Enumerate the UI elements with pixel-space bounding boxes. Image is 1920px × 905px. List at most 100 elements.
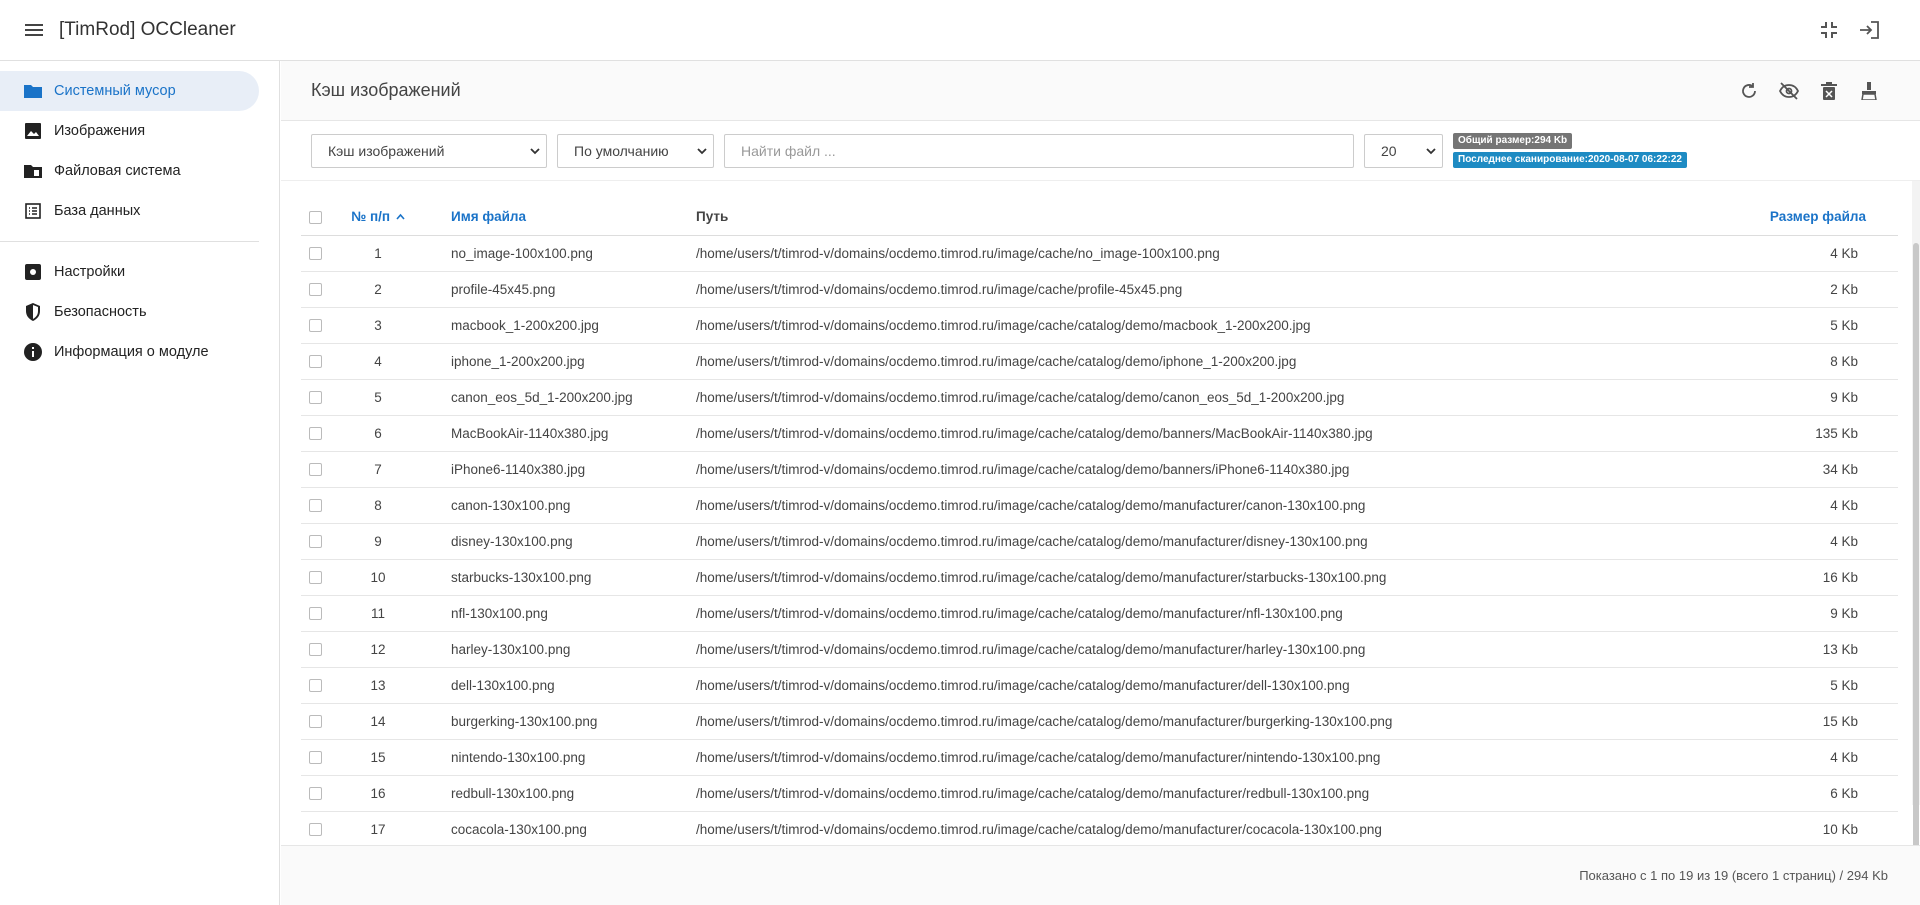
row-select-cell <box>301 739 333 776</box>
table-row[interactable]: 1 no_image-100x100.png/home/users/t/timro… <box>301 235 1898 272</box>
row-number: 7 <box>333 451 423 488</box>
row-path: /home/users/t/timrod-v/domains/ocdemo.ti… <box>696 307 1748 344</box>
per-page-select[interactable]: 20 <box>1364 133 1443 168</box>
table-row[interactable]: 6 MacBookAir-1140x380.jpg/home/users/t/ti… <box>301 415 1898 452</box>
table-row[interactable]: 4 iphone_1-200x200.jpg/home/users/t/timro… <box>301 343 1898 380</box>
table-scrollbar[interactable] <box>1912 181 1920 868</box>
sidebar-item-module-info[interactable]: Информация о модуле <box>0 332 259 372</box>
col-size-header[interactable]: Размер файла <box>1748 198 1898 236</box>
sidebar-item-system-junk[interactable]: Системный мусор <box>0 71 259 111</box>
row-checkbox[interactable] <box>309 319 322 333</box>
row-filename: no_image-100x100.png <box>423 235 696 272</box>
row-path: /home/users/t/timrod-v/domains/ocdemo.ti… <box>696 523 1748 560</box>
row-checkbox[interactable] <box>309 391 322 405</box>
row-checkbox[interactable] <box>309 463 322 477</box>
sidebar-item-filesystem[interactable]: Файловая система <box>0 151 259 191</box>
menu-icon[interactable] <box>20 16 48 44</box>
folder-icon <box>23 81 43 101</box>
table-row[interactable]: 11 nfl-130x100.png/home/users/t/timrod-v/… <box>301 595 1898 632</box>
row-checkbox[interactable] <box>309 751 322 765</box>
table-row[interactable]: 13 dell-130x100.png/home/users/t/timrod-v… <box>301 667 1898 704</box>
row-filename: nfl-130x100.png <box>423 595 696 632</box>
row-size: 5 Kb <box>1748 667 1898 704</box>
row-checkbox[interactable] <box>309 607 322 621</box>
sidebar-item-images[interactable]: Изображения <box>0 111 259 151</box>
row-select-cell <box>301 271 333 308</box>
file-folder-icon <box>23 161 43 181</box>
row-filename: redbull-130x100.png <box>423 775 696 812</box>
table-row[interactable]: 16 redbull-130x100.png/home/users/t/timro… <box>301 775 1898 812</box>
col-number-header[interactable]: № п/п <box>333 198 423 236</box>
row-checkbox[interactable] <box>309 499 322 513</box>
table-row[interactable]: 17 cocacola-130x100.png/home/users/t/timr… <box>301 811 1898 845</box>
table-row[interactable]: 8 canon-130x100.png/home/users/t/timrod-v… <box>301 487 1898 524</box>
search-input[interactable] <box>724 133 1354 168</box>
row-checkbox[interactable] <box>309 355 322 369</box>
table-row[interactable]: 3 macbook_1-200x200.jpg/home/users/t/timr… <box>301 307 1898 344</box>
row-checkbox[interactable] <box>309 715 322 729</box>
row-filename: iphone_1-200x200.jpg <box>423 343 696 380</box>
row-select-cell <box>301 379 333 416</box>
hide-icon[interactable] <box>1778 80 1800 102</box>
row-select-cell <box>301 343 333 380</box>
total-size-badge: Общий размер:294 Kb <box>1453 133 1573 149</box>
row-filename: canon-130x100.png <box>423 487 696 524</box>
table-footer: Показано с 1 по 19 из 19 (всего 1 страни… <box>281 845 1920 905</box>
row-number: 2 <box>333 271 423 308</box>
row-number: 1 <box>333 235 423 272</box>
row-number: 11 <box>333 595 423 632</box>
scrollbar-thumb[interactable] <box>1913 243 1919 868</box>
row-checkbox[interactable] <box>309 571 322 585</box>
select-all-checkbox[interactable] <box>309 210 322 224</box>
row-number: 15 <box>333 739 423 776</box>
table-row[interactable]: 14 burgerking-130x100.png/home/users/t/ti… <box>301 703 1898 740</box>
per-page-value: 20 <box>1381 142 1397 159</box>
row-checkbox[interactable] <box>309 679 322 693</box>
sidebar-item-settings[interactable]: Настройки <box>0 252 259 292</box>
sort-select[interactable]: По умолчанию <box>557 133 714 168</box>
refresh-icon[interactable] <box>1738 80 1760 102</box>
row-size: 16 Kb <box>1748 559 1898 596</box>
table-row[interactable]: 5 canon_eos_5d_1-200x200.jpg/home/users/t… <box>301 379 1898 416</box>
row-path: /home/users/t/timrod-v/domains/ocdemo.ti… <box>696 343 1748 380</box>
table-row[interactable]: 12 harley-130x100.png/home/users/t/timrod… <box>301 631 1898 668</box>
row-number: 6 <box>333 415 423 452</box>
delete-icon[interactable] <box>1818 80 1840 102</box>
row-filename: MacBookAir-1140x380.jpg <box>423 415 696 452</box>
sidebar-divider <box>0 241 259 242</box>
table-row[interactable]: 10 starbucks-130x100.png/home/users/t/tim… <box>301 559 1898 596</box>
table-header-row: № п/п Имя файла Путь Размер файла <box>301 198 1898 236</box>
row-path: /home/users/t/timrod-v/domains/ocdemo.ti… <box>696 487 1748 524</box>
table-row[interactable]: 2 profile-45x45.png/home/users/t/timrod-v… <box>301 271 1898 308</box>
logout-icon[interactable] <box>1858 19 1880 41</box>
row-size: 4 Kb <box>1748 739 1898 776</box>
clean-icon[interactable] <box>1858 80 1880 102</box>
row-checkbox[interactable] <box>309 283 322 297</box>
cache-type-select[interactable]: Кэш изображений <box>311 133 547 168</box>
top-bar: [TimRod] OCCleaner <box>0 0 1920 61</box>
row-path: /home/users/t/timrod-v/domains/ocdemo.ti… <box>696 235 1748 272</box>
row-checkbox[interactable] <box>309 247 322 261</box>
row-checkbox[interactable] <box>309 643 322 657</box>
select-all-cell <box>301 198 333 236</box>
sidebar-item-database[interactable]: База данных <box>0 191 259 231</box>
row-select-cell <box>301 487 333 524</box>
row-path: /home/users/t/timrod-v/domains/ocdemo.ti… <box>696 271 1748 308</box>
row-filename: profile-45x45.png <box>423 271 696 308</box>
fullscreen-exit-icon[interactable] <box>1818 19 1840 41</box>
sidebar-item-security[interactable]: Безопасность <box>0 292 259 332</box>
row-filename: iPhone6-1140x380.jpg <box>423 451 696 488</box>
image-icon <box>23 121 43 141</box>
row-checkbox[interactable] <box>309 823 322 837</box>
table-row[interactable]: 15 nintendo-130x100.png/home/users/t/timr… <box>301 739 1898 776</box>
table-row[interactable]: 9 disney-130x100.png/home/users/t/timrod-… <box>301 523 1898 560</box>
shield-icon <box>23 302 43 322</box>
row-size: 15 Kb <box>1748 703 1898 740</box>
row-checkbox[interactable] <box>309 535 322 549</box>
col-filename-header[interactable]: Имя файла <box>423 198 696 236</box>
row-path: /home/users/t/timrod-v/domains/ocdemo.ti… <box>696 703 1748 740</box>
sidebar-item-label: Настройки <box>54 264 126 280</box>
row-checkbox[interactable] <box>309 787 322 801</box>
row-checkbox[interactable] <box>309 427 322 441</box>
table-row[interactable]: 7 iPhone6-1140x380.jpg/home/users/t/timro… <box>301 451 1898 488</box>
